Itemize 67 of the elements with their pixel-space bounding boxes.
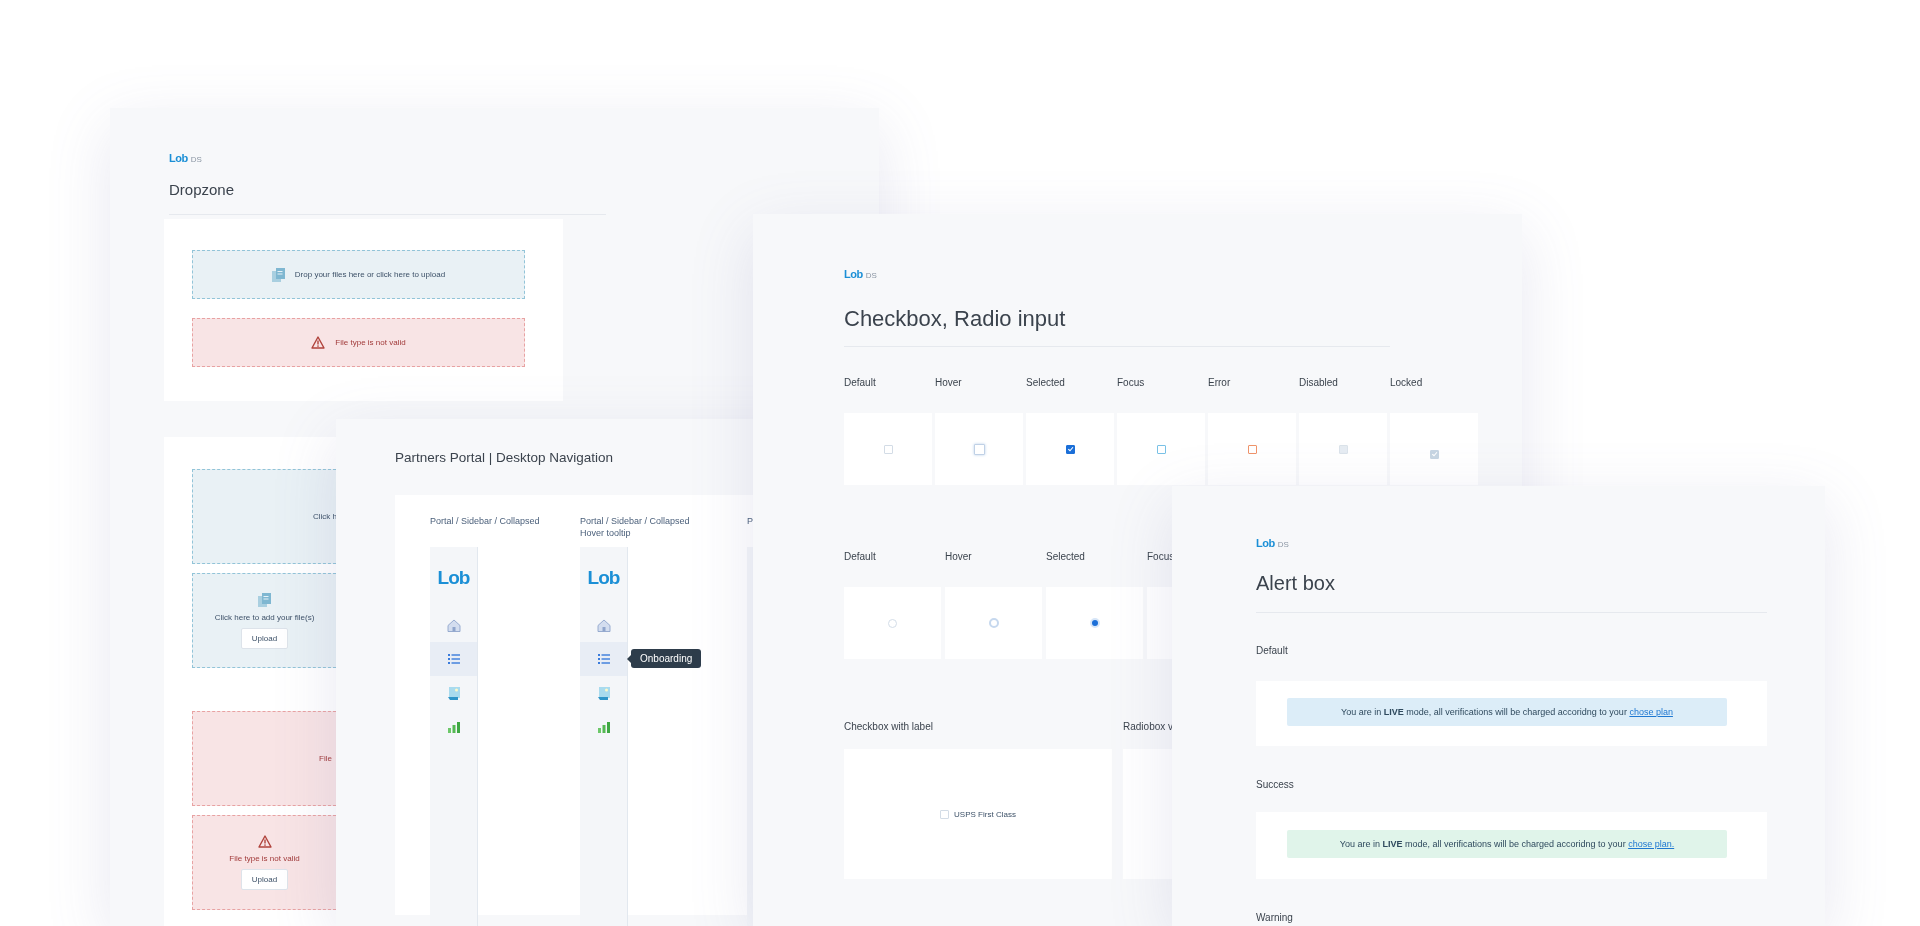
state-label: Error — [1208, 376, 1232, 390]
brand-logo: Lob — [169, 152, 188, 164]
bar-chart-icon — [447, 721, 460, 733]
checkbox-label: USPS First Class — [954, 809, 1016, 819]
state-label: Default — [844, 376, 877, 390]
document-icon — [258, 592, 271, 607]
sidebar-logo: Lob — [437, 566, 470, 589]
sidebar-logo: Lob — [587, 566, 620, 589]
warning-icon — [257, 835, 272, 848]
radio-button[interactable] — [888, 618, 897, 628]
dropzone[interactable]: File — [192, 711, 336, 806]
dropzone[interactable]: File type is not valid Upload — [192, 815, 336, 910]
bar-chart-icon — [597, 721, 610, 733]
checkbox[interactable] — [1247, 444, 1257, 454]
document-icon — [271, 267, 285, 282]
column-label: Portal / Sidebar / Collapsed — [430, 515, 541, 528]
state-label: Focus — [1117, 376, 1146, 390]
brand-suffix: DS — [1277, 540, 1289, 549]
column-label: Portal / Sidebar / Collapsed Hover tooltip — [580, 515, 691, 540]
dropzone-text: File — [319, 754, 332, 763]
image-icon — [447, 686, 460, 700]
section-label: Success — [1256, 778, 1295, 792]
list-icon — [597, 654, 610, 664]
dropzone-text: Drop your files here or click here to upload — [294, 270, 446, 279]
state-label: Selected — [1046, 550, 1086, 564]
state-label: Hover — [945, 550, 973, 564]
warning-icon — [311, 336, 326, 349]
checkbox[interactable] — [1156, 444, 1166, 454]
section-label: Checkbox with label — [844, 720, 934, 734]
state-label: Hover — [935, 376, 963, 390]
section-label: Default — [1256, 644, 1289, 658]
dropzone-text: File type is not valid — [335, 338, 406, 347]
dropzone[interactable]: File type is not valid — [192, 318, 525, 367]
column-label: P — [747, 515, 754, 528]
dropzone-text: Click here to add your file(s) — [214, 612, 315, 622]
checkbox[interactable] — [1065, 444, 1075, 454]
state-label: Locked — [1390, 376, 1424, 390]
upload-button[interactable]: Upload — [240, 627, 289, 649]
plan-link[interactable]: chose plan — [1629, 707, 1673, 717]
dropzone[interactable]: Click h — [192, 469, 336, 564]
card-title: Partners Portal | Desktop Navigation — [395, 449, 615, 467]
dropzone[interactable]: Drop your files here or click here to upload — [192, 250, 525, 299]
home-icon — [596, 618, 611, 632]
state-label: Selected — [1026, 376, 1066, 390]
radio-button[interactable] — [988, 618, 999, 628]
brand-logo: Lob — [1256, 537, 1275, 549]
alert-message: You are in LIVE mode, all verifications will be charged accoridng to your chose plan. — [1339, 839, 1675, 849]
image-icon — [597, 686, 610, 700]
card-title: Checkbox, Radio input — [844, 306, 1067, 332]
dropzone-text: Click h — [313, 512, 337, 521]
state-label: Default — [844, 550, 877, 564]
state-label: Disabled — [1299, 376, 1339, 390]
plan-link[interactable]: chose plan. — [1628, 839, 1675, 849]
card-title: Dropzone — [169, 180, 236, 200]
dropzone[interactable]: Click here to add your file(s) Upload — [192, 573, 336, 668]
upload-button[interactable]: Upload — [240, 869, 289, 890]
brand-logo: Lob — [844, 268, 863, 280]
brand-suffix: DS — [190, 155, 202, 164]
radio-button[interactable] — [1089, 618, 1100, 628]
sidebar-item[interactable] — [430, 642, 477, 676]
alert-message: You are in LIVE mode, all verifications will be charged accoridng to your chose plan — [1341, 707, 1673, 717]
list-icon — [447, 654, 460, 664]
card-title: Alert box — [1256, 571, 1336, 595]
section-label: Warning — [1256, 911, 1294, 925]
brand-suffix: DS — [865, 271, 877, 280]
home-icon — [446, 618, 461, 632]
dropzone-text: File type is not valid — [229, 854, 300, 863]
